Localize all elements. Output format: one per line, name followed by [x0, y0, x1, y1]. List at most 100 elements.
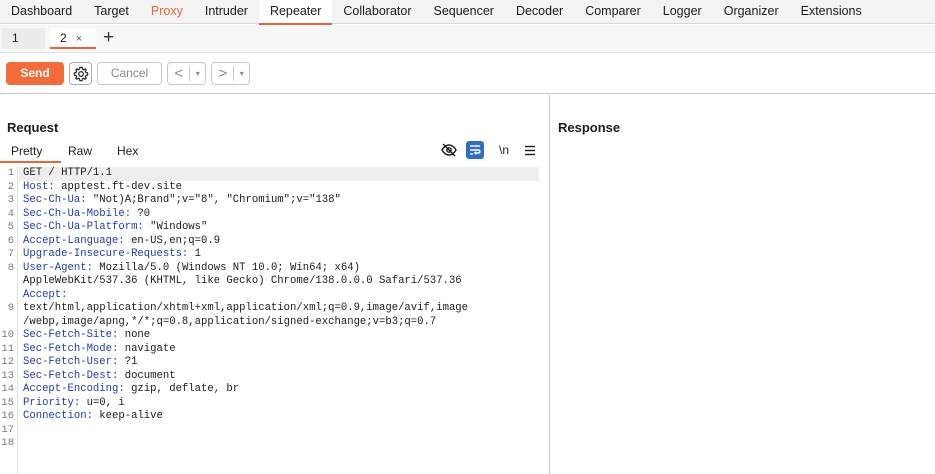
- code-line: Upgrade-Insecure-Requests: 1: [23, 248, 201, 262]
- code-line: Connection: keep-alive: [23, 410, 163, 424]
- header-value: /webp,image/apng,*/*;q=0.8,application/s…: [23, 315, 437, 328]
- header-value: 1: [188, 248, 202, 260]
- tab-logger[interactable]: Logger: [652, 0, 713, 24]
- code-line: User-Agent: Mozilla/5.0 (Windows NT 10.0…: [23, 262, 360, 276]
- line-number: 3: [7, 194, 14, 206]
- chevron-down-icon[interactable]: ▾: [190, 63, 205, 84]
- line-number: [0, 275, 14, 289]
- pane-menu-button[interactable]: [523, 141, 537, 159]
- word-wrap-button[interactable]: [466, 141, 484, 159]
- header-name: Sec-Ch-Ua-Mobile:: [23, 207, 132, 220]
- line-number: 15: [1, 396, 14, 409]
- header-name: Sec-Fetch-Dest:: [23, 369, 119, 382]
- line-number: 9: [7, 302, 14, 314]
- response-pane: Response: [549, 95, 935, 474]
- tab-hex[interactable]: Hex: [117, 144, 138, 162]
- header-value: "Not)A;Brand";v="8", "Chromium";v="138": [86, 194, 341, 206]
- code-line: Accept-Encoding: gzip, deflate, br: [23, 383, 239, 397]
- line-number: 13: [1, 369, 14, 382]
- tab-collaborator[interactable]: Collaborator: [332, 0, 422, 24]
- tab-pretty[interactable]: Pretty: [0, 144, 62, 163]
- header-name: Sec-Fetch-Site:: [23, 329, 119, 341]
- header-value: navigate: [118, 342, 176, 355]
- line-number: 12: [1, 356, 14, 368]
- header-value: text/html,application/xhtml+xml,applicat…: [23, 302, 469, 314]
- header-name: User-Agent:: [23, 261, 93, 274]
- header-value: keep-alive: [92, 410, 163, 422]
- repeater-tab-label: 2: [60, 31, 67, 45]
- line-number: 11: [1, 342, 14, 355]
- code-line: Sec-Fetch-User: ?1: [23, 356, 137, 370]
- repeater-tab-label: 1: [12, 31, 19, 45]
- code-line: Sec-Fetch-Dest: document: [23, 370, 176, 384]
- header-name: Priority:: [23, 396, 81, 409]
- line-number: [0, 289, 14, 303]
- header-name: Accept-Language:: [23, 234, 125, 247]
- header-name: Host:: [23, 180, 55, 193]
- code-line: Sec-Fetch-Site: none: [23, 329, 150, 343]
- cancel-button[interactable]: Cancel: [97, 62, 162, 85]
- request-pane: Request Pretty Raw Hex \n 1 2 3 4 5 6 7 …: [0, 95, 548, 474]
- code-line: Sec-Ch-Ua-Platform: "Windows": [23, 221, 207, 235]
- header-value: none: [118, 329, 151, 341]
- settings-button[interactable]: [69, 62, 92, 85]
- tab-proxy[interactable]: Proxy: [140, 0, 194, 24]
- header-name: Sec-Ch-Ua:: [23, 194, 87, 206]
- repeater-tab-2[interactable]: 2 ×: [50, 28, 96, 49]
- close-tab-icon[interactable]: ×: [76, 33, 82, 45]
- header-name: Accept:: [23, 288, 68, 301]
- line-number: 4: [7, 207, 14, 220]
- tab-extensions[interactable]: Extensions: [790, 0, 873, 24]
- code-line: Accept:: [23, 289, 68, 303]
- code-line: Priority: u=0, i: [23, 397, 125, 411]
- tab-dashboard[interactable]: Dashboard: [0, 0, 83, 24]
- request-editor[interactable]: 1 2 3 4 5 6 7 8 9 10 11 12 13 14 15 16 17 18 GET / HTTP/1…: [0, 166, 548, 474]
- header-value: ?1: [118, 356, 138, 368]
- back-button[interactable]: < ▾: [167, 62, 206, 85]
- tab-comparer[interactable]: Comparer: [574, 0, 652, 24]
- line-number-gutter: 1 2 3 4 5 6 7 8 9 10 11 12 13 14 15 16 17 18: [0, 166, 18, 474]
- line-number: 18: [1, 437, 14, 449]
- line-number: 10: [1, 329, 14, 341]
- request-toolbar: Send Cancel < ▾ > ▾: [0, 54, 935, 94]
- header-name: Sec-Fetch-User:: [23, 356, 119, 368]
- tab-intruder[interactable]: Intruder: [194, 0, 259, 24]
- line-number: 1: [7, 167, 14, 179]
- header-value: u=0, i: [80, 396, 125, 409]
- chevron-left-icon: <: [174, 65, 184, 82]
- header-value: gzip, deflate, br: [124, 383, 240, 395]
- add-tab-icon[interactable]: +: [103, 27, 114, 49]
- show-newlines-button[interactable]: \n: [497, 141, 511, 159]
- line-number: 5: [7, 221, 14, 233]
- line-number: 14: [1, 383, 14, 395]
- code-line: Accept-Language: en-US,en;q=0.9: [23, 235, 220, 249]
- hide-nonprintable-button[interactable]: [440, 141, 457, 159]
- header-name: Sec-Ch-Ua-Platform:: [23, 221, 144, 233]
- line-number: 7: [7, 248, 14, 260]
- tab-repeater[interactable]: Repeater: [258, 0, 333, 25]
- code-line: Host: apptest.ft-dev.site: [23, 181, 182, 195]
- header-value: AppleWebKit/537.36 (KHTML, like Gecko) C…: [23, 275, 462, 287]
- tab-organizer[interactable]: Organizer: [713, 0, 790, 24]
- tab-decoder[interactable]: Decoder: [505, 0, 574, 24]
- tab-raw[interactable]: Raw: [68, 144, 92, 162]
- tab-sequencer[interactable]: Sequencer: [422, 0, 504, 24]
- header-name: Connection:: [23, 410, 93, 422]
- line-number: 2: [7, 180, 14, 193]
- header-value: Mozilla/5.0 (Windows NT 10.0; Win64; x64…: [92, 261, 360, 274]
- tab-target[interactable]: Target: [83, 0, 140, 24]
- header-value: ?0: [131, 207, 151, 220]
- repeater-tab-1[interactable]: 1: [2, 28, 45, 49]
- line-number: [0, 316, 14, 330]
- code-line: Sec-Ch-Ua: "Not)A;Brand";v="8", "Chromiu…: [23, 194, 341, 208]
- code-line: text/html,application/xhtml+xml,applicat…: [23, 302, 468, 316]
- chevron-down-icon[interactable]: ▾: [234, 63, 249, 84]
- header-name: Accept-Encoding:: [23, 383, 125, 395]
- forward-button[interactable]: > ▾: [211, 62, 250, 85]
- send-button[interactable]: Send: [6, 62, 64, 85]
- line-number: 8: [7, 261, 14, 274]
- hamburger-menu-icon: [525, 145, 535, 155]
- eye-slash-icon: [440, 143, 457, 157]
- code-line: Sec-Fetch-Mode: navigate: [23, 343, 176, 357]
- code-line: /webp,image/apng,*/*;q=0.8,application/s…: [23, 316, 436, 330]
